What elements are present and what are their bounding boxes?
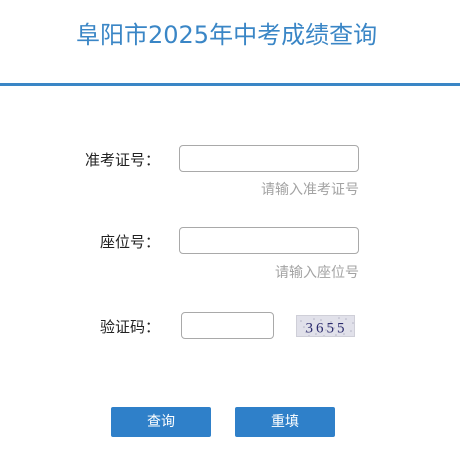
- exam-id-label: 准考证号：: [84, 151, 160, 169]
- seat-no-input[interactable]: [179, 227, 359, 254]
- header-divider: [0, 83, 460, 86]
- page-title: 阜阳市2025年中考成绩查询: [76, 21, 378, 49]
- reset-button[interactable]: 重填: [235, 407, 335, 437]
- captcha-image[interactable]: 3655: [296, 315, 355, 337]
- query-button[interactable]: 查询: [111, 407, 211, 437]
- seat-no-hint: 请输入座位号: [275, 265, 359, 281]
- captcha-input[interactable]: [181, 312, 274, 339]
- captcha-text: 3655: [306, 321, 348, 337]
- score-query-page: 阜阳市2025年中考成绩查询 准考证号： 请输入准考证号 座位号： 请输入座位号…: [0, 0, 460, 472]
- exam-id-input[interactable]: [179, 145, 359, 172]
- seat-no-label: 座位号：: [99, 233, 160, 251]
- exam-id-hint: 请输入准考证号: [261, 182, 359, 198]
- captcha-noise-graphic: 3655: [297, 316, 354, 337]
- captcha-label: 验证码：: [99, 318, 160, 336]
